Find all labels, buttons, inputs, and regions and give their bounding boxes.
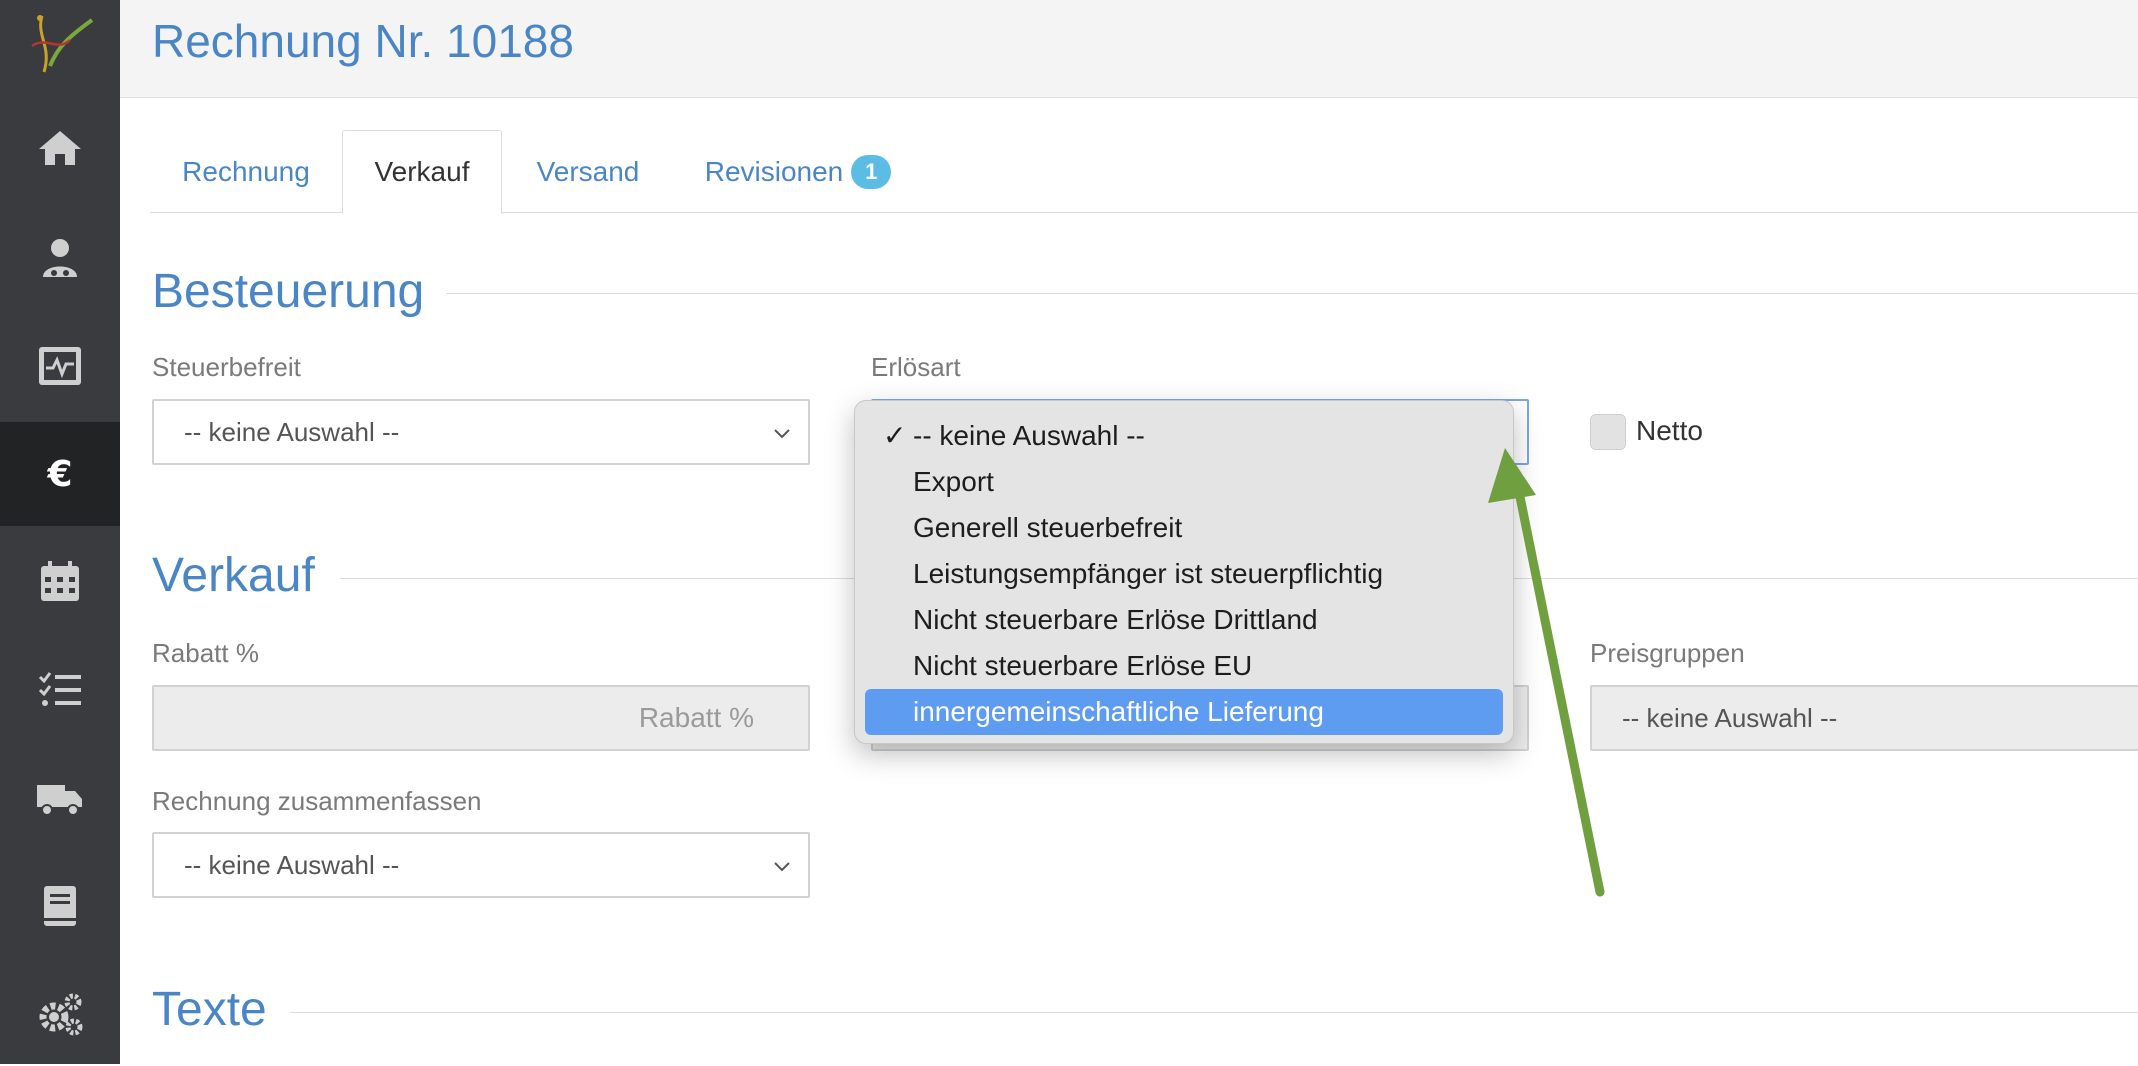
nav-settings[interactable] — [0, 962, 120, 1066]
steuerbefreit-value: -- keine Auswahl -- — [184, 416, 400, 447]
tab-verkauf[interactable]: Verkauf — [342, 130, 502, 214]
nav-home[interactable] — [0, 96, 120, 200]
section-divider — [440, 293, 2138, 294]
chevron-down-icon — [774, 862, 790, 872]
option-label: Export — [913, 466, 994, 497]
dropdown-option[interactable]: Nicht steuerbare Erlöse Drittland — [865, 597, 1503, 643]
tab-revisionen[interactable]: Revisionen 1 — [688, 130, 908, 213]
home-icon — [39, 131, 81, 165]
monitor-chart-icon — [39, 347, 81, 385]
truck-icon — [37, 785, 82, 816]
netto-label: Netto — [1636, 415, 1703, 446]
preisgruppen-select[interactable]: -- keine Auswahl -- — [1590, 685, 2138, 751]
dropdown-option[interactable]: Nicht steuerbare Erlöse EU — [865, 643, 1503, 689]
dropdown-option[interactable]: Leistungsempfänger ist steuerpflichtig — [865, 551, 1503, 597]
nav-calendar[interactable] — [0, 530, 120, 634]
tab-label: Revisionen — [704, 155, 844, 187]
option-label: innergemeinschaftliche Lieferung — [913, 696, 1324, 727]
rabatt-label: Rabatt % — [152, 638, 259, 668]
option-label: Nicht steuerbare Erlöse EU — [913, 650, 1253, 681]
zusammenfassen-label: Rechnung zusammenfassen — [152, 786, 482, 816]
section-title-besteuerung: Besteuerung — [152, 264, 447, 319]
option-label: Leistungsempfänger ist steuerpflichtig — [913, 558, 1384, 589]
steuerbefreit-label: Steuerbefreit — [152, 352, 301, 382]
tab-label: Versand — [536, 155, 640, 187]
dropdown-option-highlighted[interactable]: innergemeinschaftliche Lieferung — [865, 689, 1503, 735]
zusammenfassen-value: -- keine Auswahl -- — [184, 849, 400, 880]
nav-billing[interactable]: € — [0, 422, 120, 526]
sidebar: € — [0, 0, 120, 1064]
section-title-verkauf: Verkauf — [152, 548, 337, 603]
chevron-down-icon — [774, 429, 790, 439]
nav-documents[interactable] — [0, 854, 120, 958]
section-divider — [290, 1012, 2138, 1013]
nav-patients[interactable] — [0, 206, 120, 310]
doctor-icon — [43, 239, 77, 277]
tab-rechnung[interactable]: Rechnung — [150, 130, 342, 213]
tab-label: Verkauf — [374, 156, 470, 187]
tab-bar: Rechnung Verkauf Versand Revisionen 1 — [150, 130, 2138, 214]
rabatt-placeholder: Rabatt % — [638, 702, 754, 733]
tab-versand[interactable]: Versand — [502, 130, 674, 213]
dropdown-option[interactable]: ✓ -- keine Auswahl -- — [865, 413, 1503, 459]
nav-shipping[interactable] — [0, 746, 120, 850]
preisgruppen-value: -- keine Auswahl -- — [1622, 702, 1838, 733]
revision-count-badge: 1 — [851, 154, 892, 189]
dropdown-option[interactable]: Generell steuerbefreit — [865, 505, 1503, 551]
option-label: Nicht steuerbare Erlöse Drittland — [913, 604, 1318, 635]
checkmark-icon: ✓ — [883, 420, 907, 451]
rabatt-input[interactable]: Rabatt % — [152, 685, 810, 751]
netto-checkbox[interactable] — [1590, 414, 1626, 450]
checklist-icon — [38, 672, 81, 706]
option-label: -- keine Auswahl -- — [913, 420, 1145, 451]
option-label: Generell steuerbefreit — [913, 512, 1183, 543]
euro-icon: € — [46, 454, 72, 495]
page-header: Rechnung Nr. 10188 — [120, 0, 2138, 98]
steuerbefreit-select[interactable]: -- keine Auswahl -- — [152, 399, 810, 465]
caduceus-logo-icon — [31, 15, 94, 73]
preisgruppen-label: Preisgruppen — [1590, 638, 1745, 668]
svg-text:€: € — [46, 454, 72, 495]
page-title: Rechnung Nr. 10188 — [152, 15, 574, 67]
nav-monitor[interactable] — [0, 314, 120, 418]
zusammenfassen-select[interactable]: -- keine Auswahl -- — [152, 832, 810, 898]
gears-icon — [39, 993, 83, 1036]
erloesart-dropdown-menu: ✓ -- keine Auswahl -- Export Generell st… — [854, 400, 1514, 744]
calendar-icon — [41, 561, 79, 601]
book-icon — [44, 886, 76, 926]
tab-label: Rechnung — [182, 155, 310, 187]
dropdown-option[interactable]: Export — [865, 459, 1503, 505]
erloesart-label: Erlösart — [871, 352, 961, 382]
nav-tasks[interactable] — [0, 638, 120, 742]
section-title-texte: Texte — [152, 982, 289, 1037]
